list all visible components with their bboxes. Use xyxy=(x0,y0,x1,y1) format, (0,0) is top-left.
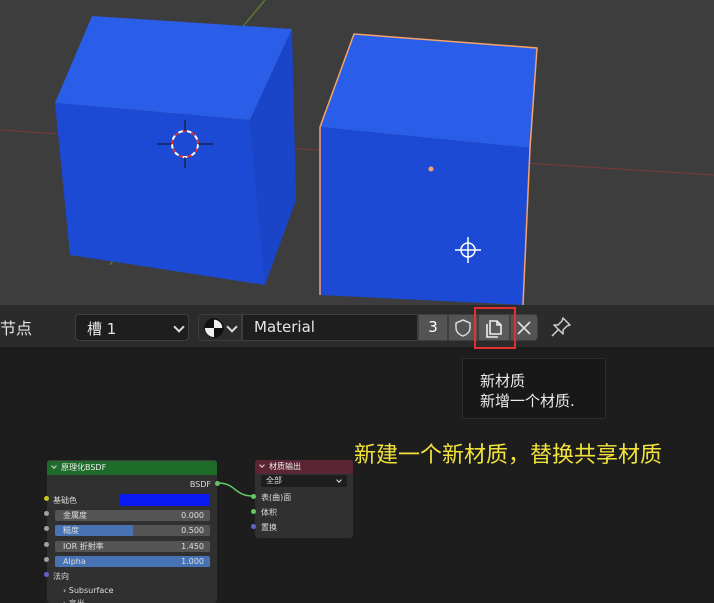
specular-label: 高光 xyxy=(69,599,85,603)
output-target-value: 全部 xyxy=(266,476,282,485)
metallic-field[interactable]: 金属度 0.000 xyxy=(55,510,210,521)
output-node-title: 材质输出 xyxy=(269,462,301,471)
ior-value: 1.450 xyxy=(181,542,204,551)
subsurface-label: Subsurface xyxy=(68,586,114,595)
surface-input-socket[interactable] xyxy=(251,494,256,499)
material-slot-select[interactable]: 槽 1 xyxy=(75,314,189,341)
alpha-label: Alpha xyxy=(63,557,86,566)
chevron-down-icon xyxy=(51,463,57,469)
ior-socket[interactable] xyxy=(44,542,49,547)
normal-label: 法向 xyxy=(53,572,69,581)
material-sphere-icon xyxy=(204,318,224,338)
bsdf-output-socket[interactable] xyxy=(215,481,220,486)
roughness-field[interactable]: 糙度 0.500 xyxy=(55,525,210,536)
metallic-socket[interactable] xyxy=(44,511,49,516)
metallic-value: 0.000 xyxy=(181,511,204,520)
pin-icon xyxy=(551,317,571,337)
displacement-input-socket[interactable] xyxy=(251,524,256,529)
chevron-down-icon xyxy=(336,477,342,483)
left-cube-top xyxy=(55,16,292,120)
slot-label: 槽 1 xyxy=(87,320,117,338)
bsdf-node-header[interactable]: 原理化BSDF xyxy=(47,461,217,475)
volume-input-socket[interactable] xyxy=(251,509,256,514)
chevron-down-icon xyxy=(226,321,238,333)
annotation-caption: 新建一个新材质，替换共享材质 xyxy=(354,443,663,468)
material-output-node[interactable]: 材质输出 全部 表(曲)面 体积 置换 xyxy=(255,460,353,538)
3d-viewport[interactable] xyxy=(0,0,714,305)
volume-input-label: 体积 xyxy=(261,508,277,517)
bsdf-node-title: 原理化BSDF xyxy=(61,463,107,472)
specular-panel[interactable]: › 高光 xyxy=(63,598,85,603)
ior-field[interactable]: IOR 折射率 1.450 xyxy=(55,541,210,552)
roughness-socket[interactable] xyxy=(44,526,49,531)
bsdf-to-surface-link xyxy=(217,482,254,497)
pin-button[interactable] xyxy=(548,314,576,341)
chevron-down-icon xyxy=(173,321,185,333)
alpha-socket[interactable] xyxy=(44,557,49,562)
tooltip-description: 新增一个材质. xyxy=(480,392,575,410)
displacement-input-label: 置换 xyxy=(261,523,277,532)
material-name-field[interactable]: Material xyxy=(242,314,418,341)
left-cube-front xyxy=(55,103,265,285)
metallic-label: 金属度 xyxy=(63,511,87,520)
alpha-value: 1.000 xyxy=(181,557,204,566)
base-color-label: 基础色 xyxy=(53,496,77,505)
user-count-value: 3 xyxy=(428,318,438,336)
subsurface-panel[interactable]: › Subsurface xyxy=(63,586,114,595)
panel-label: 节点 xyxy=(0,319,33,338)
surface-input-label: 表(曲)面 xyxy=(261,493,292,502)
tooltip: 新材质 新增一个材质. xyxy=(462,358,606,419)
alpha-field[interactable]: Alpha 1.000 xyxy=(55,556,210,567)
highlight-box xyxy=(474,307,516,349)
normal-socket[interactable] xyxy=(44,572,49,577)
base-color-swatch[interactable] xyxy=(119,494,210,506)
ior-label: IOR 折射率 xyxy=(63,542,104,551)
shield-icon xyxy=(455,319,471,337)
output-target-select[interactable]: 全部 xyxy=(261,475,347,487)
bsdf-output-label: BSDF xyxy=(189,480,211,489)
output-node-header[interactable]: 材质输出 xyxy=(255,460,353,474)
chevron-down-icon xyxy=(259,462,265,468)
viewport-scene xyxy=(0,0,714,305)
browse-material-button[interactable] xyxy=(198,314,242,341)
roughness-label: 糙度 xyxy=(63,526,79,535)
right-cube-front xyxy=(320,127,530,305)
roughness-value: 0.500 xyxy=(181,526,204,535)
material-name: Material xyxy=(254,318,315,336)
material-user-count[interactable]: 3 xyxy=(418,314,448,341)
y-axis-line-top xyxy=(239,0,266,31)
principled-bsdf-node[interactable]: 原理化BSDF BSDF 基础色 金属度 0.000 糙度 0.500 IOR … xyxy=(47,460,217,603)
tooltip-title: 新材质 xyxy=(480,372,526,390)
object-origin-dot xyxy=(428,166,434,172)
close-icon xyxy=(517,321,531,335)
base-color-socket[interactable] xyxy=(44,496,49,501)
